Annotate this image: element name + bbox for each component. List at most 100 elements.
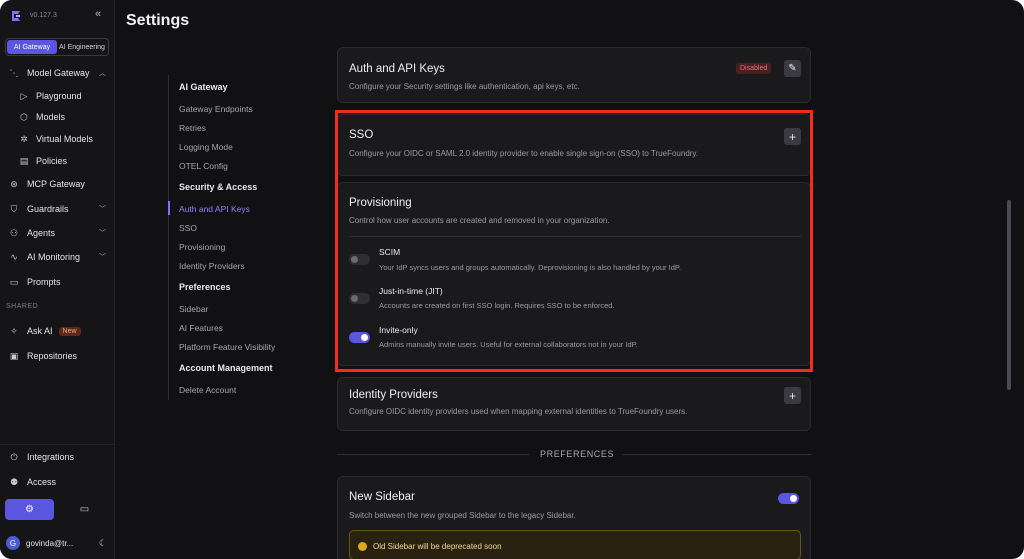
- app-version: v0.127.3: [30, 12, 57, 19]
- preferences-section-label: PREFERENCES: [540, 449, 615, 459]
- add-identity-provider-button[interactable]: +: [784, 387, 801, 404]
- subnav-auth-api-keys[interactable]: Auth and API Keys: [179, 204, 250, 214]
- nav-label: Prompts: [27, 277, 61, 287]
- new-badge: New: [58, 326, 81, 336]
- nav-label: Repositories: [27, 351, 78, 361]
- divider: [622, 454, 811, 455]
- prompt-icon: ▭: [9, 276, 19, 287]
- provisioning-card: Provisioning Control how user accounts a…: [337, 182, 811, 366]
- subnav-delete-account[interactable]: Delete Account: [179, 385, 236, 395]
- card-description: Configure OIDC identity providers used w…: [349, 407, 688, 416]
- nav-label: Model Gateway: [27, 68, 90, 78]
- subnav-sso[interactable]: SSO: [179, 223, 197, 233]
- card-title: Auth and API Keys: [349, 63, 445, 75]
- nav-repositories[interactable]: ▣ Repositories: [0, 346, 115, 366]
- option-title: Invite-only: [379, 325, 418, 335]
- nav-label: Guardrails: [27, 204, 69, 214]
- subnav-provisioning[interactable]: Provisioning: [179, 242, 225, 252]
- subnav-header-security-access: Security & Access: [179, 182, 258, 192]
- nav-playground[interactable]: ▷ Playground: [0, 86, 115, 106]
- subnav-platform-feature-visibility[interactable]: Platform Feature Visibility: [179, 342, 275, 352]
- new-sidebar-card: New Sidebar Switch between the new group…: [337, 476, 811, 559]
- nav-virtual-models[interactable]: ✲ Virtual Models: [0, 129, 115, 149]
- subnav-otel-config[interactable]: OTEL Config: [179, 161, 228, 171]
- subnav-gateway-endpoints[interactable]: Gateway Endpoints: [179, 104, 253, 114]
- divider: [337, 454, 529, 455]
- sso-card: SSO Configure your OIDC or SAML 2.0 iden…: [337, 114, 811, 176]
- auth-api-keys-card: Auth and API Keys Configure your Securit…: [337, 47, 811, 103]
- nav-ask-ai[interactable]: ✧ Ask AI New: [0, 321, 115, 341]
- nav-model-gateway[interactable]: ⋱ Model Gateway ︿: [0, 63, 115, 83]
- feedback-button[interactable]: ▭: [60, 499, 109, 520]
- nav-label: AI Monitoring: [27, 252, 81, 262]
- divider: [349, 236, 801, 237]
- nav-models[interactable]: ⬡ Models: [0, 107, 115, 127]
- truefoundry-logo-icon[interactable]: [9, 9, 23, 23]
- nav-label: Policies: [36, 156, 68, 166]
- nav-label: Access: [27, 477, 57, 487]
- product-switcher: AI Gateway AI Engineering: [5, 38, 109, 56]
- nav-prompts[interactable]: ▭ Prompts: [0, 272, 115, 292]
- user-email: govinda@tr...: [26, 538, 74, 548]
- virtual-model-icon: ✲: [20, 133, 28, 144]
- card-title: Identity Providers: [349, 389, 438, 401]
- add-sso-button[interactable]: +: [784, 128, 801, 145]
- shield-icon: ⛉: [10, 203, 18, 214]
- card-title: Provisioning: [349, 197, 412, 209]
- status-badge: Disabled: [736, 63, 772, 74]
- new-sidebar-toggle[interactable]: [778, 493, 799, 504]
- card-description: Configure your OIDC or SAML 2.0 identity…: [349, 149, 699, 158]
- option-description: Admins manually invite users. Useful for…: [379, 340, 638, 349]
- plus-icon: +: [788, 388, 796, 403]
- subnav-logging-mode[interactable]: Logging Mode: [179, 142, 233, 152]
- option-title: Just-in-time (JIT): [379, 286, 443, 296]
- card-title: SSO: [349, 129, 374, 141]
- settings-subnav: AI Gateway Gateway Endpoints Retries Log…: [168, 75, 293, 400]
- gear-icon: ⚙: [25, 504, 34, 515]
- subnav-ai-features[interactable]: AI Features: [179, 323, 223, 333]
- jit-toggle[interactable]: [349, 293, 370, 304]
- subnav-identity-providers[interactable]: Identity Providers: [179, 261, 245, 271]
- app-window: v0.127.3 « AI Gateway AI Engineering ⋱ M…: [0, 0, 1024, 559]
- avatar: G: [6, 536, 20, 550]
- chevron-down-icon: ﹀: [99, 206, 106, 213]
- sidebar: v0.127.3 « AI Gateway AI Engineering ⋱ M…: [0, 0, 115, 559]
- nav-policies[interactable]: ▤ Policies: [0, 151, 115, 171]
- nav-agents[interactable]: ⚇ Agents ﹀: [0, 223, 115, 243]
- nav-mcp-gateway[interactable]: ⊛ MCP Gateway: [0, 174, 115, 194]
- nav-label: Integrations: [27, 452, 75, 462]
- nav-label: Agents: [27, 228, 56, 238]
- scrollbar[interactable]: [1007, 200, 1011, 390]
- nav-label: Playground: [36, 91, 82, 101]
- subnav-header-preferences: Preferences: [179, 282, 231, 292]
- theme-toggle-moon-icon[interactable]: ☾: [99, 538, 107, 549]
- option-title: SCIM: [379, 247, 401, 257]
- subnav-retries[interactable]: Retries: [179, 123, 206, 133]
- edit-button[interactable]: ✎: [784, 60, 801, 77]
- segment-ai-gateway[interactable]: AI Gateway: [7, 40, 57, 54]
- card-title: New Sidebar: [349, 491, 415, 503]
- card-description: Control how user accounts are created an…: [349, 216, 610, 225]
- subnav-sidebar[interactable]: Sidebar: [179, 304, 208, 314]
- user-menu[interactable]: G govinda@tr... ☾: [6, 534, 111, 552]
- invite-only-toggle[interactable]: [349, 332, 370, 343]
- monitoring-icon: ∿: [10, 251, 18, 262]
- warning-text: Old Sidebar will be deprecated soon: [373, 542, 502, 551]
- collapse-sidebar-icon[interactable]: «: [95, 8, 101, 20]
- chevron-down-icon: ﹀: [99, 254, 106, 261]
- segment-ai-engineering[interactable]: AI Engineering: [57, 40, 107, 54]
- nav-label: Ask AI: [27, 326, 53, 336]
- nav-access[interactable]: ⚉ Access: [0, 472, 115, 492]
- chevron-up-icon: ︿: [99, 70, 106, 77]
- mcp-icon: ⊛: [10, 178, 18, 189]
- active-indicator: [168, 201, 170, 215]
- nav-ai-monitoring[interactable]: ∿ AI Monitoring ﹀: [0, 247, 115, 267]
- nav-label: MCP Gateway: [27, 179, 85, 189]
- play-icon: ▷: [20, 90, 28, 101]
- scim-toggle[interactable]: [349, 254, 370, 265]
- nav-integrations[interactable]: ⏻ Integrations: [0, 447, 115, 467]
- nav-guardrails[interactable]: ⛉ Guardrails ﹀: [0, 199, 115, 219]
- settings-gear-button[interactable]: ⚙: [5, 499, 54, 520]
- subnav-header-ai-gateway: AI Gateway: [179, 82, 228, 92]
- agent-icon: ⚇: [9, 227, 19, 238]
